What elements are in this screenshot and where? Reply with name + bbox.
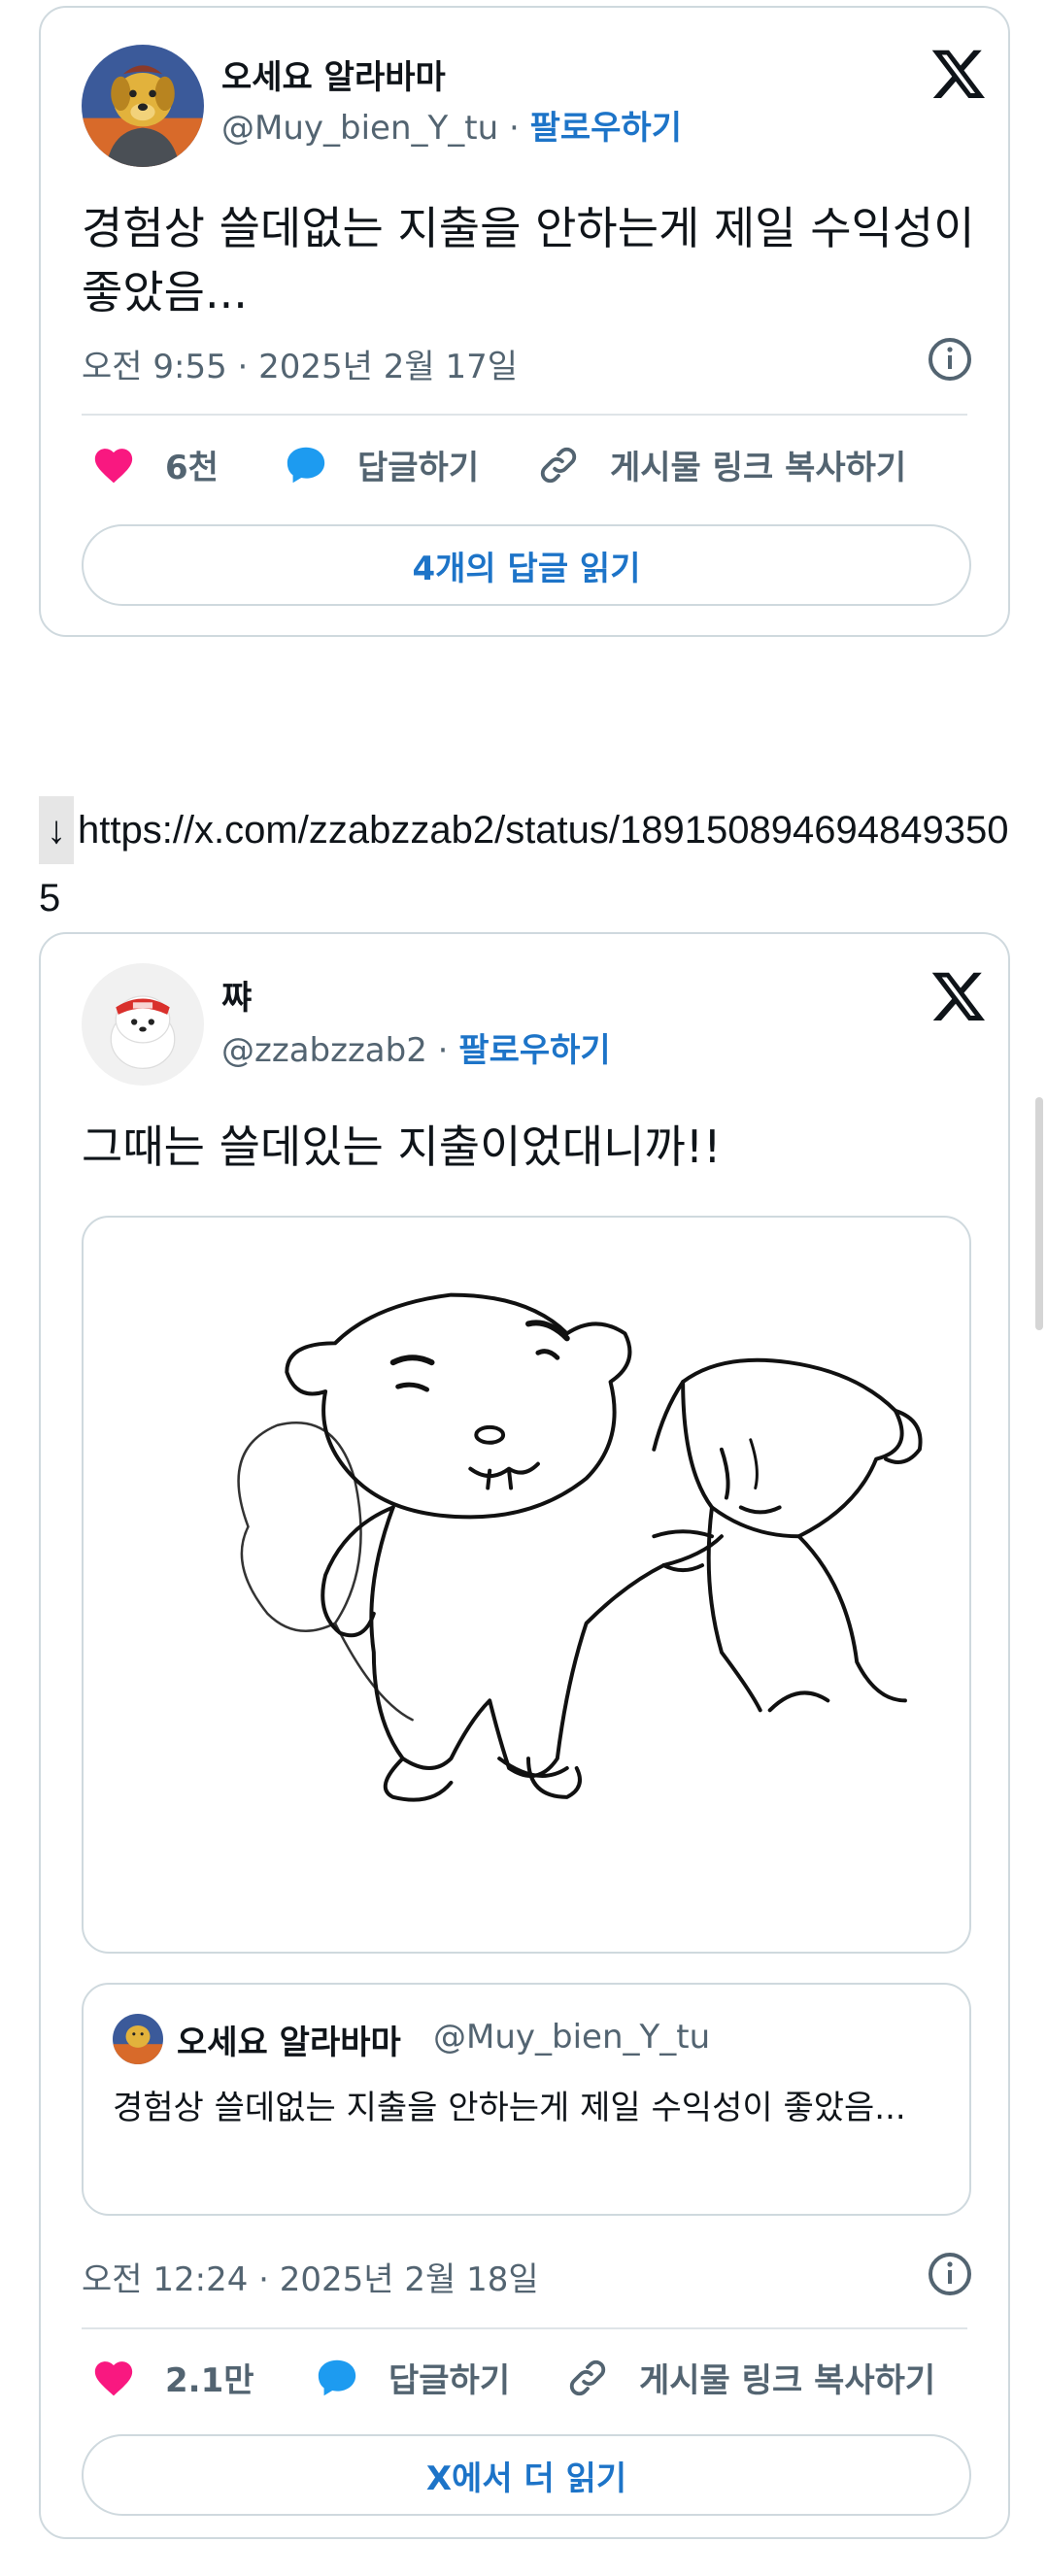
author-name[interactable]: 오세요 알라바마	[221, 50, 446, 98]
read-more-on-x-button[interactable]: X에서 더 읽기	[82, 2434, 971, 2516]
reply-bubble-icon	[318, 2359, 356, 2395]
reply-button[interactable]: 답글하기	[315, 2354, 510, 2401]
timestamp[interactable]: 오전 12:24 · 2025년 2월 18일	[82, 2253, 539, 2300]
copy-link-label: 게시물 링크 복사하기	[639, 2361, 936, 2400]
puppy-avatar-image	[82, 963, 204, 1086]
scrollbar[interactable]	[1035, 1097, 1043, 1330]
down-arrow-icon: ↓	[39, 796, 74, 864]
quoted-tweet[interactable]: 오세요 알라바마 @Muy_bien_Y_tu 경험상 쓸데없는 지출을 안하는…	[82, 1983, 971, 2216]
follow-button[interactable]: 팔로우하기	[530, 109, 682, 148]
info-icon[interactable]	[927, 2251, 973, 2297]
separator-dot: ·	[508, 109, 520, 148]
source-link-row: ↓ https://x.com/zzabzzab2/status/18915089…	[39, 796, 1030, 932]
quoted-author-name: 오세요 알라바마	[177, 2024, 401, 2062]
author-handle-line: @Muy_bien_Y_tu · 팔로우하기	[221, 101, 682, 149]
read-replies-button[interactable]: 4개의 답글 읽기	[82, 524, 971, 606]
avatar[interactable]	[82, 963, 204, 1086]
dog-avatar-image	[82, 45, 204, 167]
x-logo-icon[interactable]	[929, 967, 988, 1025]
divider	[82, 414, 967, 416]
author-name[interactable]: 쨔	[221, 971, 252, 1019]
author-handle-line: @zzabzzab2 · 팔로우하기	[221, 1023, 611, 1071]
info-icon[interactable]	[927, 336, 973, 383]
copy-link-button[interactable]: 게시물 링크 복사하기	[536, 441, 906, 488]
separator-dot: ·	[437, 1031, 449, 1070]
follow-button[interactable]: 팔로우하기	[458, 1031, 610, 1070]
heart-icon	[94, 448, 133, 483]
like-button[interactable]: 6천	[91, 441, 219, 488]
avatar[interactable]	[82, 45, 204, 167]
like-count: 6천	[165, 449, 219, 487]
quoted-text: 경험상 쓸데없는 지출을 안하는게 제일 수익성이 좋았음...	[113, 2089, 906, 2127]
like-count: 2.1만	[165, 2361, 254, 2400]
tweet-card-2: 쨔 @zzabzzab2 · 팔로우하기 그때는 쓸데있는 지출이었대니까!!	[39, 932, 1010, 2539]
heart-icon	[94, 2360, 133, 2395]
link-icon	[569, 2359, 606, 2395]
quoted-avatar	[113, 2014, 163, 2064]
like-button[interactable]: 2.1만	[91, 2354, 254, 2401]
reply-label: 답글하기	[357, 449, 480, 487]
x-logo-icon[interactable]	[929, 45, 988, 103]
link-icon	[540, 447, 577, 483]
sketch-drawing-image	[237, 1292, 923, 1802]
tweet-text: 그때는 쓸데있는 지출이었대니까!!	[82, 1121, 722, 1173]
source-link[interactable]: https://x.com/zzabzzab2/status/189150894…	[39, 809, 1008, 920]
copy-link-button[interactable]: 게시물 링크 복사하기	[565, 2354, 935, 2401]
tweet-media-image[interactable]	[82, 1216, 971, 1954]
dog-avatar-image	[113, 2014, 163, 2064]
quoted-author-handle: @Muy_bien_Y_tu	[433, 2018, 711, 2057]
author-handle[interactable]: @zzabzzab2	[221, 1031, 427, 1070]
author-handle[interactable]: @Muy_bien_Y_tu	[221, 109, 498, 148]
reply-bubble-icon	[287, 447, 325, 483]
copy-link-label: 게시물 링크 복사하기	[610, 449, 907, 487]
reply-button[interactable]: 답글하기	[284, 441, 479, 488]
tweet-card-1: 오세요 알라바마 @Muy_bien_Y_tu · 팔로우하기 경험상 쓸데없는…	[39, 6, 1010, 637]
divider	[82, 2327, 967, 2329]
reply-label: 답글하기	[388, 2361, 511, 2400]
timestamp[interactable]: 오전 9:55 · 2025년 2월 17일	[82, 340, 518, 387]
tweet-text: 경험상 쓸데없는 지출을 안하는게 제일 수익성이 좋았음...	[82, 202, 975, 318]
